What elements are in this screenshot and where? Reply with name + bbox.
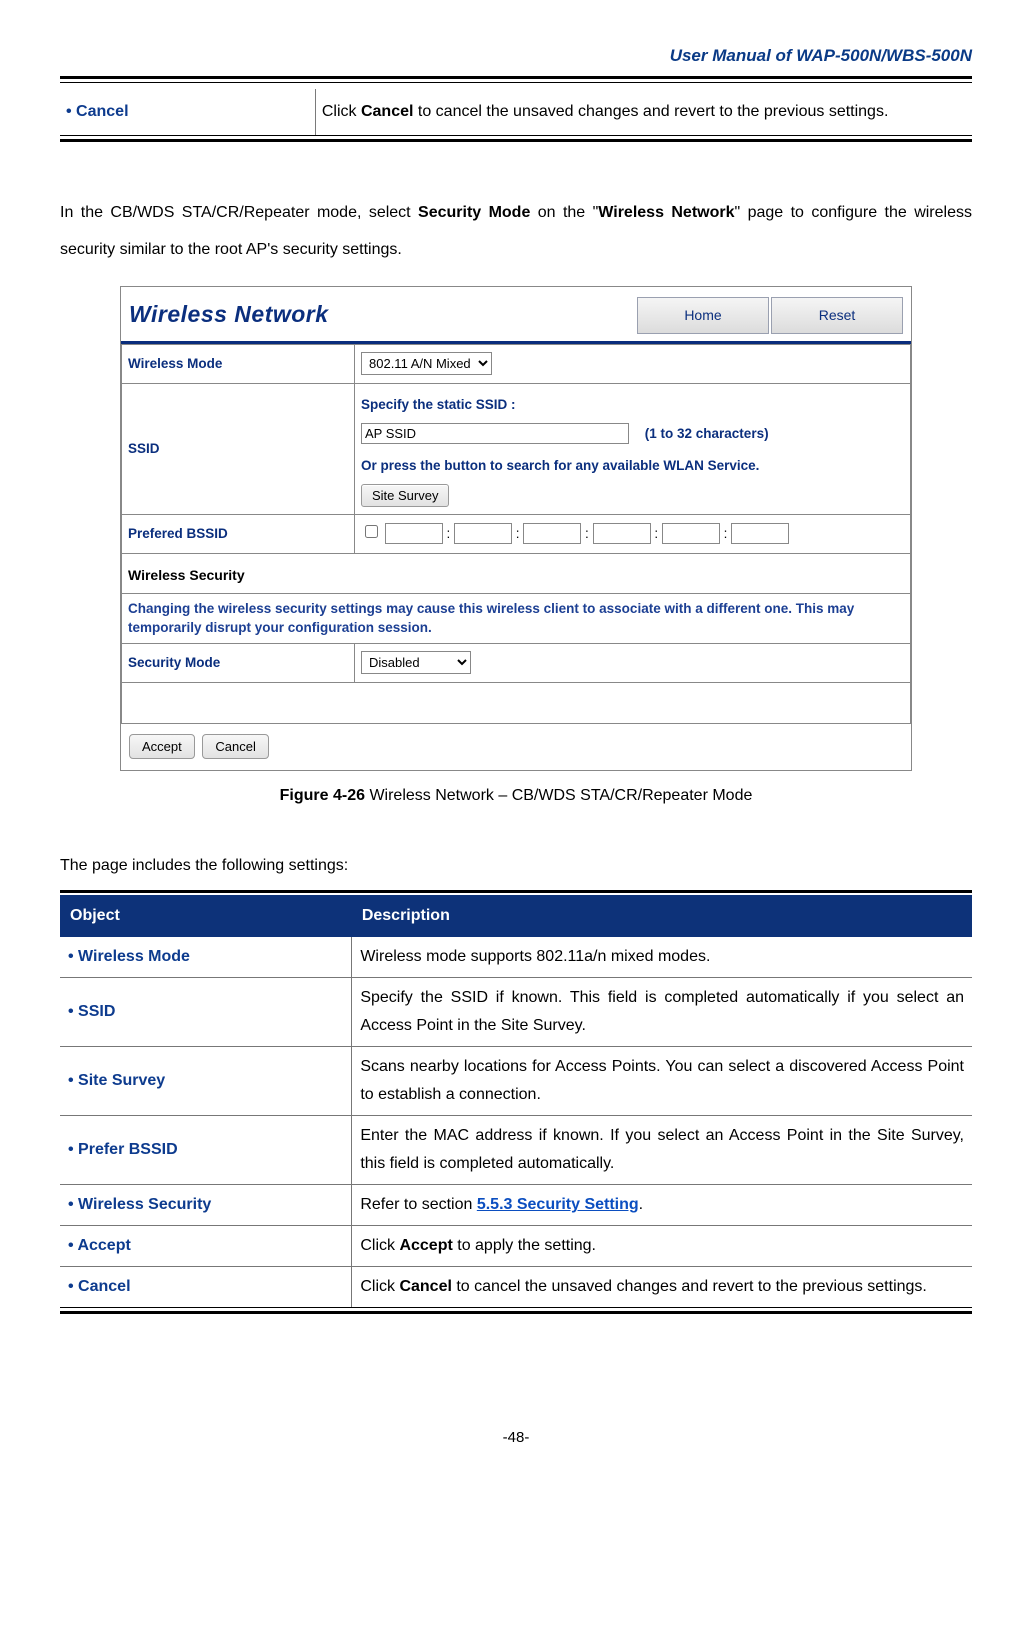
obj-ssid: SSID: [78, 1003, 115, 1020]
desc-site-survey: Scans nearby locations for Access Points…: [352, 1046, 972, 1115]
doc-title: User Manual of WAP-500N/WBS-500N: [60, 40, 972, 76]
security-setting-link[interactable]: 5.5.3 Security Setting: [477, 1196, 639, 1213]
settings-intro: The page includes the following settings…: [60, 851, 972, 881]
obj-prefer-bssid: Prefer BSSID: [78, 1141, 178, 1158]
header-rule: [60, 76, 972, 83]
security-mode-select[interactable]: Disabled: [361, 651, 471, 674]
desc-accept: Click Accept to apply the setting.: [352, 1225, 972, 1266]
col-description: Description: [352, 895, 972, 937]
desc-wireless-mode: Wireless mode supports 802.11a/n mixed m…: [352, 937, 972, 978]
reset-button[interactable]: Reset: [771, 297, 903, 334]
table-bottom-rule: [60, 1307, 972, 1314]
security-warning: Changing the wireless security settings …: [122, 593, 911, 644]
obj-cancel: Cancel: [78, 1278, 130, 1295]
obj-site-survey: Site Survey: [78, 1072, 165, 1089]
cancel-label: Cancel: [76, 103, 128, 120]
prefered-bssid-label: Prefered BSSID: [122, 515, 355, 554]
figure-caption: Figure 4-26 Wireless Network – CB/WDS ST…: [120, 781, 912, 811]
home-button[interactable]: Home: [637, 297, 769, 334]
settings-table: Object Description • Wireless Mode Wirel…: [60, 895, 972, 1307]
cancel-button[interactable]: Cancel: [202, 734, 268, 759]
mac-5[interactable]: [662, 523, 720, 544]
page-number: -48-: [60, 1424, 972, 1453]
cancel-desc-suffix: to cancel the unsaved changes and revert…: [413, 103, 888, 120]
site-survey-button[interactable]: Site Survey: [361, 484, 449, 507]
accept-button[interactable]: Accept: [129, 734, 195, 759]
wireless-security-heading: Wireless Security: [122, 554, 911, 594]
ssid-static-line: Specify the static SSID :: [361, 392, 904, 418]
col-object: Object: [60, 895, 352, 937]
mac-4[interactable]: [593, 523, 651, 544]
ssid-or-line: Or press the button to search for any av…: [361, 453, 904, 479]
mac-3[interactable]: [523, 523, 581, 544]
wireless-network-screenshot: Wireless Network Home Reset Wireless Mod…: [120, 286, 912, 770]
obj-accept: Accept: [77, 1237, 130, 1254]
desc-cancel: Click Cancel to cancel the unsaved chang…: [352, 1266, 972, 1307]
desc-ssid: Specify the SSID if known. This field is…: [352, 977, 972, 1046]
mac-6[interactable]: [731, 523, 789, 544]
top-table-bottom-rule: [60, 135, 972, 142]
ssid-input[interactable]: [361, 423, 629, 444]
bullet: •: [66, 103, 76, 120]
wireless-mode-select[interactable]: 802.11 A/N Mixed: [361, 352, 492, 375]
wireless-mode-label: Wireless Mode: [122, 345, 355, 384]
obj-wireless-mode: Wireless Mode: [78, 948, 190, 965]
cancel-desc-prefix: Click: [322, 103, 361, 120]
panel-title: Wireless Network: [129, 293, 635, 337]
mac-2[interactable]: [454, 523, 512, 544]
desc-prefer-bssid: Enter the MAC address if known. If you s…: [352, 1115, 972, 1184]
desc-wireless-security: Refer to section 5.5.3 Security Setting.: [352, 1184, 972, 1225]
cancel-desc-bold: Cancel: [361, 103, 413, 120]
screenshot-footer: Accept Cancel: [121, 723, 911, 770]
ssid-label: SSID: [122, 383, 355, 515]
intro-paragraph: In the CB/WDS STA/CR/Repeater mode, sele…: [60, 195, 972, 269]
top-cancel-table: • Cancel Click Cancel to cancel the unsa…: [60, 89, 972, 135]
mac-1[interactable]: [385, 523, 443, 544]
ssid-chars: (1 to 32 characters): [645, 426, 769, 441]
obj-wireless-security: Wireless Security: [78, 1196, 211, 1213]
security-mode-label: Security Mode: [122, 644, 355, 683]
prefer-bssid-checkbox[interactable]: [365, 525, 378, 538]
